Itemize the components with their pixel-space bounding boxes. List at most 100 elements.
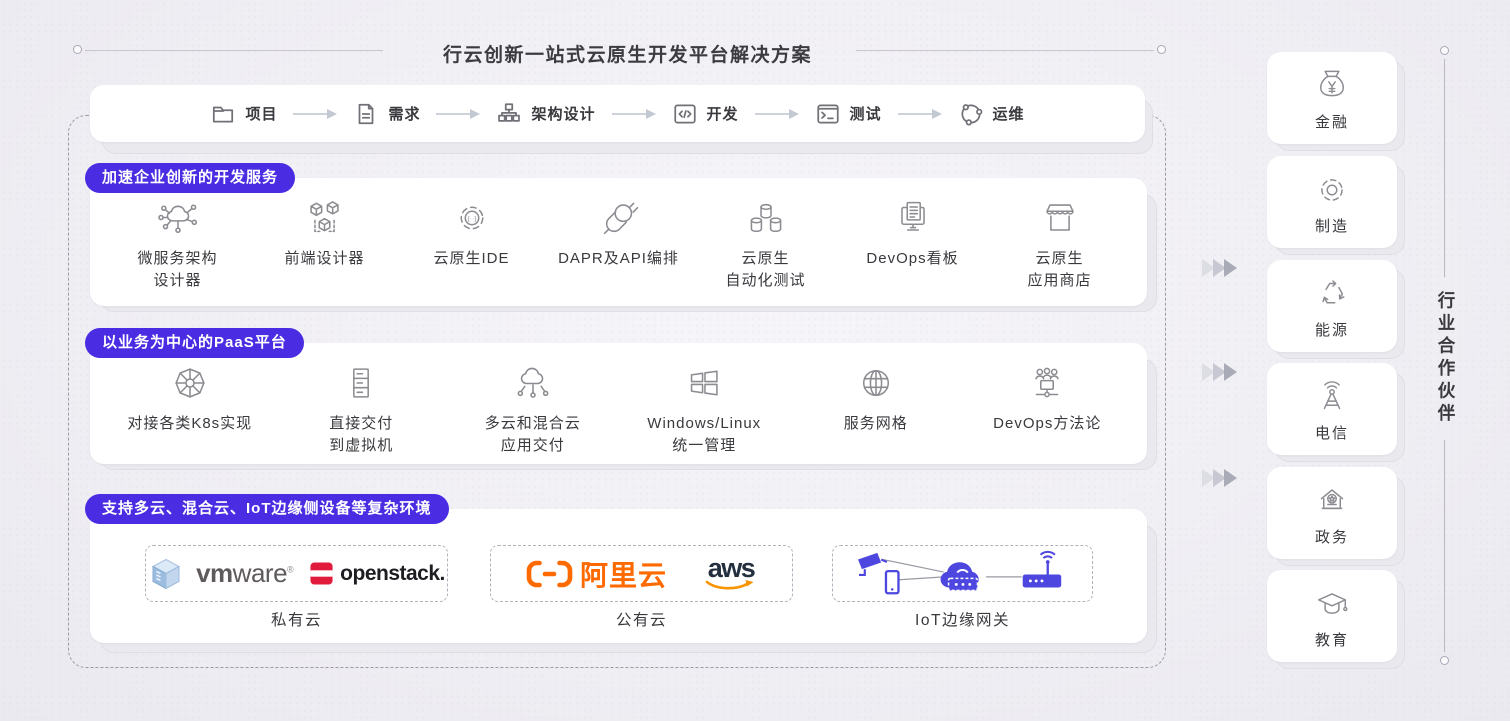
workflow-step-label: 架构设计 [531,103,595,124]
gear-code-icon: {··} [449,193,495,243]
industry-card-telecom: 电信 [1267,363,1397,455]
cubes-icon [302,193,348,243]
folder-icon [210,101,236,127]
private-cloud-box: vmware® openstack. [145,545,448,602]
workflow-step-architecture: 架构设计 [496,101,595,127]
rail-dot-bottom [1440,656,1449,665]
industry-label: 金融 [1315,111,1349,132]
chevrons-right-icon [1204,469,1237,487]
feature-k8s: 对接各类K8s实现 [104,358,276,435]
database-cluster-icon [743,193,789,243]
plug-icon [596,193,642,243]
recycle-icon [1310,272,1354,316]
workflow-step-label: 测试 [850,103,882,124]
rail-line-top [1444,59,1445,277]
feature-frontend-designer: 前端设计器 [251,193,398,270]
feature-label: 云原生 自动化测试 [725,248,805,292]
workflow-card: 项目 需求 架构设计 开发 测试 [90,85,1145,142]
k8s-wheel-icon [167,358,213,408]
industry-card-energy: 能源 [1267,260,1397,352]
feature-label: 对接各类K8s实现 [127,413,252,435]
industry-label: 电信 [1315,422,1349,443]
workflow-step-operations: 运维 [958,101,1025,127]
industry-card-finance: 金融 [1267,52,1397,144]
terminal-icon [815,101,841,127]
env-panel: 支持多云、混合云、IoT边缘侧设备等复杂环境 vmware® openstack… [90,509,1147,643]
iot-gateway-label: IoT边缘网关 [832,608,1093,630]
feature-devops-board: DevOps看板 [839,193,986,270]
feature-label: 云原生IDE [433,248,509,270]
feature-label: DAPR及API编排 [558,248,679,270]
arrow-right-icon [754,108,800,120]
team-screen-icon [1024,358,1070,408]
dev-services-items: 微服务架构 设计器 前端设计器 {··} 云原生IDE DAPR及API编排 [90,178,1147,292]
server-cube-icon [148,556,184,592]
industry-card-manufacturing: 制造 [1267,156,1397,248]
deco-line-right [856,50,1154,51]
workflow-step-label: 开发 [707,103,739,124]
openstack-icon [309,561,334,586]
arrow-right-icon [435,108,481,120]
graduation-cap-icon [1310,582,1354,626]
feature-service-mesh: 服务网格 [790,358,962,435]
feature-vm-delivery: 直接交付 到虚拟机 [276,358,448,457]
windows-panes-icon [681,358,727,408]
iot-gateway-box [832,545,1093,602]
solution-diagram-page: 行云创新一站式云原生开发平台解决方案 项目 需求 架构设计 开发 [0,0,1510,721]
private-cloud-label: 私有云 [145,608,448,630]
workflow-step-project: 项目 [210,101,277,127]
gear-icon [1310,168,1354,212]
aws-logo: aws [705,555,757,593]
dev-services-badge: 加速企业创新的开发服务 [85,163,295,193]
cloud-network-icon [510,358,556,408]
workflow-step-label: 项目 [245,103,277,124]
chevrons-right-icon [1204,259,1237,277]
feature-dapr-api: DAPR及API编排 [545,193,692,270]
chevrons-right-icon [1204,363,1237,381]
aliyun-bracket-icon [526,559,573,589]
feature-label: DevOps方法论 [993,413,1101,435]
rail-line-bottom [1444,440,1445,652]
feature-label: 微服务架构 设计器 [137,248,217,292]
workflow-step-development: 开发 [672,101,739,127]
government-building-icon [1310,479,1354,523]
partner-rail-label: 行业合作伙伴 [1434,291,1459,426]
paas-items: 对接各类K8s实现 直接交付 到虚拟机 多云和混合云 应用交付 Windows/… [90,343,1147,457]
paas-badge: 以业务为中心的PaaS平台 [85,328,304,358]
openstack-logo: openstack. [309,561,445,586]
deco-dot-right [1157,45,1166,54]
industry-label: 制造 [1315,215,1349,236]
feature-label: Windows/Linux 统一管理 [647,413,761,457]
aliyun-logo: 阿里云 [526,554,667,594]
iot-devices-icon [847,548,1079,600]
feature-cloud-test: 云原生 自动化测试 [692,193,839,292]
industry-card-education: 教育 [1267,570,1397,662]
public-cloud-box: 阿里云 aws [490,545,793,602]
server-rack-icon [338,358,384,408]
feature-microservice-designer: 微服务架构 设计器 [104,193,251,292]
feature-devops-methodology: DevOps方法论 [962,358,1134,435]
feature-label: DevOps看板 [866,248,958,270]
arrow-right-icon [292,108,338,120]
feature-label: 直接交付 到虚拟机 [329,413,393,457]
arrow-right-icon [897,108,943,120]
money-bag-icon [1310,64,1354,108]
storefront-icon [1037,193,1083,243]
workflow-step-requirements: 需求 [353,101,420,127]
feature-label: 服务网格 [844,413,908,435]
code-window-icon [672,101,698,127]
rail-dot-top [1440,46,1449,55]
deco-line-left [85,50,383,51]
deco-dot-left [73,45,82,54]
workflow-step-label: 需求 [388,103,420,124]
feature-multicloud-delivery: 多云和混合云 应用交付 [447,358,619,457]
globe-icon [853,358,899,408]
monitor-document-icon [890,193,936,243]
feature-label: 前端设计器 [284,248,364,270]
workflow-step-label: 运维 [993,103,1025,124]
workflow-steps: 项目 需求 架构设计 开发 测试 [90,85,1145,142]
workflow-step-testing: 测试 [815,101,882,127]
aws-smile-icon [705,580,757,593]
svg-text:{··}: {··} [467,215,477,222]
antenna-icon [1310,375,1354,419]
